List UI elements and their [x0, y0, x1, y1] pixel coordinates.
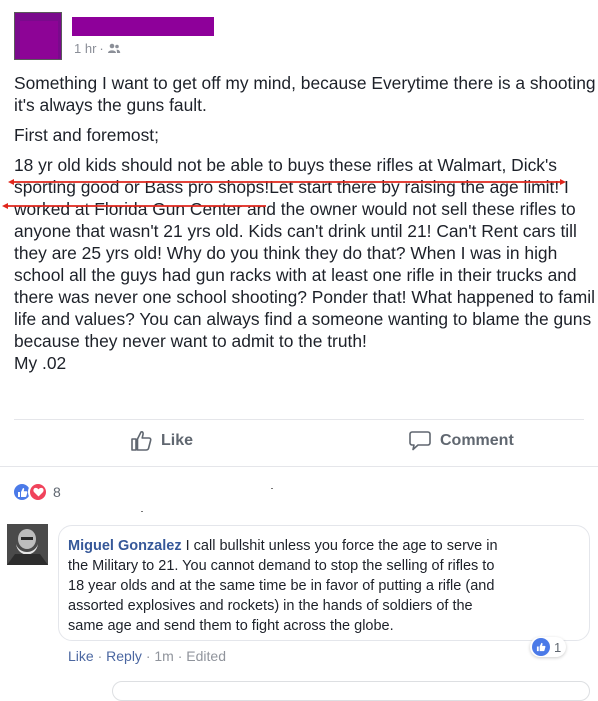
comment-text-line: 18 year olds and at the same time be in … [68, 578, 495, 594]
like-reaction-icon [532, 638, 550, 656]
comment-edited[interactable]: Edited [186, 648, 226, 664]
thumbs-up-icon [131, 431, 152, 451]
reactions-summary[interactable]: 8 [12, 482, 61, 502]
comment-bubble-icon [409, 431, 431, 451]
post-text-line: My .02 [14, 353, 67, 373]
comment-body: Miguel Gonzalez I call bullshit unless y… [68, 536, 568, 636]
commenter-avatar[interactable] [7, 524, 48, 565]
comment-like-badge[interactable]: 1 [530, 637, 567, 657]
post-text-line: First and foremost; [14, 125, 159, 145]
red-underline-2 [2, 203, 266, 209]
comment-dot: · [145, 648, 151, 664]
comment-text-line: assorted explosives and rockets) in the … [68, 598, 473, 614]
like-button-label: Like [161, 431, 194, 449]
post-text-line: 18 yr old kids should not be able to buy… [14, 155, 557, 175]
actions-top-divider [14, 419, 584, 420]
comment-text-line: same age and send them to fight across t… [68, 618, 394, 634]
comment-text-line: the Military to 21. You cannot demand to… [68, 558, 495, 574]
commenter-name[interactable]: Miguel Gonzalez [68, 538, 182, 554]
image-speck [271, 488, 273, 489]
red-underline-1 [8, 179, 566, 185]
comment-button[interactable]: Comment [409, 430, 514, 451]
like-button[interactable]: Like [130, 430, 193, 451]
post-text-line: life and values? You can always find a s… [14, 309, 592, 329]
reactions-count: 8 [53, 484, 61, 500]
comment-dot: · [177, 648, 183, 664]
love-reaction-icon [28, 482, 48, 502]
meta-separator: · [99, 41, 104, 56]
comment-reply-link[interactable]: Reply [106, 648, 142, 664]
comment-dot: · [97, 648, 103, 664]
post-text-line: Something I want to get off my mind, bec… [14, 73, 596, 93]
post-body: Something I want to get off my mind, bec… [14, 72, 596, 374]
comment-text-line: I call bullshit unless you force the age… [181, 538, 498, 554]
post-text-line: school all the guys had gun racks with a… [14, 265, 577, 285]
post-meta: 1 hr · [74, 41, 121, 56]
friends-icon[interactable] [107, 43, 121, 54]
reply-input[interactable] [112, 681, 590, 701]
comment-like-link[interactable]: Like [68, 648, 94, 664]
post-text-line: they are 25 yrs old! Why do you think th… [14, 243, 558, 263]
actions-bottom-divider [0, 466, 598, 467]
comment-button-label: Comment [440, 431, 514, 449]
comment-like-count: 1 [554, 639, 562, 655]
comment-actions: Like · Reply · 1m · Edited [68, 648, 226, 664]
author-name-redacted[interactable] [72, 17, 214, 36]
image-speck [141, 511, 143, 512]
post-text-line: because they never want to admit to the … [14, 331, 367, 351]
post-time[interactable]: 1 hr [74, 41, 96, 56]
comment-time[interactable]: 1m [154, 648, 173, 664]
post-text-line: it's always the guns fault. [14, 95, 207, 115]
post-text-line: there was never one school shooting? Pon… [14, 287, 596, 307]
author-avatar-redacted[interactable] [14, 12, 62, 60]
post-text-line: anyone that wasn't 21 yrs old. Kids can'… [14, 221, 577, 241]
